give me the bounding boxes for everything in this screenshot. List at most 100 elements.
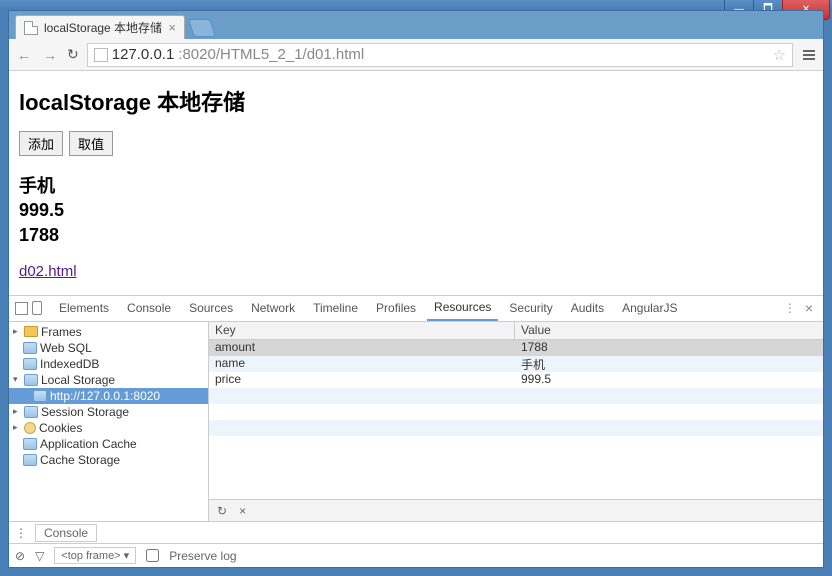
tab-resources[interactable]: Resources [427,295,498,321]
db-icon [24,406,38,418]
sidebar-item-localstorage[interactable]: ▾Local Storage [9,372,208,388]
tab-close-icon[interactable]: × [168,20,176,35]
sidebar-label: http://127.0.0.1:8020 [50,389,160,403]
tab-console[interactable]: Console [120,295,178,321]
globe-icon [94,48,108,62]
kv-toolbar: ↻ × [209,499,823,521]
folder-icon [24,326,38,337]
devtools-tabs: Elements Console Sources Network Timelin… [9,296,823,322]
tab-timeline[interactable]: Timeline [306,295,365,321]
page-icon [24,21,38,35]
console-drawer-tab[interactable]: Console [35,524,97,542]
sidebar-item-sessionstorage[interactable]: ▸Session Storage [9,404,208,420]
devtools-panel: Elements Console Sources Network Timelin… [9,295,823,567]
resources-sidebar: ▸Frames Web SQL IndexedDB ▾Local Storage… [9,322,209,521]
hamburger-menu-icon[interactable] [801,50,817,60]
sidebar-item-frames[interactable]: ▸Frames [9,324,208,340]
output-line: 999.5 [19,198,813,222]
delete-icon[interactable]: × [239,504,246,518]
tab-elements[interactable]: Elements [52,295,116,321]
sidebar-label: Frames [41,325,82,339]
kv-table-body: amount1788 name手机 price999.5 [209,340,823,499]
resources-main: Key Value amount1788 name手机 price999.5 ↻… [209,322,823,521]
page-content: localStorage 本地存储 添加 取值 手机 999.5 1788 d0… [9,71,823,295]
new-tab-button[interactable] [188,19,216,37]
kv-key: name [209,356,515,372]
db-icon [23,438,37,450]
kv-row[interactable]: amount1788 [209,340,823,356]
page-heading: localStorage 本地存储 [19,85,813,117]
kv-value: 1788 [515,340,554,356]
kv-key: price [209,372,515,388]
kv-row[interactable] [209,404,823,420]
output-line: 手机 [19,174,813,198]
frame-selector[interactable]: <top frame> ▾ [54,547,136,564]
output-line: 1788 [19,223,813,247]
console-drawer-tabs: ⋮ Console [9,521,823,543]
browser-window: localStorage 本地存储 × ← → ↻ 127.0.0.1:8020… [8,10,824,568]
devtools-close-icon[interactable]: × [801,300,817,316]
kv-row[interactable] [209,388,823,404]
preserve-log-label: Preserve log [169,549,236,563]
kv-row[interactable]: price999.5 [209,372,823,388]
kv-header-value[interactable]: Value [515,322,557,339]
tab-profiles[interactable]: Profiles [369,295,423,321]
get-button[interactable]: 取值 [69,131,113,156]
back-button[interactable]: ← [15,47,33,63]
sidebar-item-indexeddb[interactable]: IndexedDB [9,356,208,372]
kv-key: amount [209,340,515,356]
kv-header-key[interactable]: Key [209,322,515,339]
device-icon[interactable] [32,301,42,315]
console-toolbar: ⊘ ▽ <top frame> ▾ Preserve log [9,543,823,567]
db-icon [33,390,47,402]
db-icon [23,454,37,466]
sidebar-item-websql[interactable]: Web SQL [9,340,208,356]
kv-row[interactable] [209,420,823,436]
tab-security[interactable]: Security [502,295,559,321]
sidebar-label: Application Cache [40,437,137,451]
console-drawer-dots[interactable]: ⋮ [15,526,27,540]
preserve-log-checkbox[interactable] [146,549,159,562]
db-icon [23,342,37,354]
browser-tab[interactable]: localStorage 本地存储 × [15,15,185,39]
url-input[interactable]: 127.0.0.1:8020/HTML5_2_1/d01.html ☆ [87,43,793,67]
tab-audits[interactable]: Audits [564,295,611,321]
add-button[interactable]: 添加 [19,131,63,156]
sidebar-item-cookies[interactable]: ▸Cookies [9,420,208,436]
address-bar: ← → ↻ 127.0.0.1:8020/HTML5_2_1/d01.html … [9,39,823,71]
devtools-menu-icon[interactable]: ⋮ [784,301,797,315]
url-path: :8020/HTML5_2_1/d01.html [178,46,364,63]
reload-button[interactable]: ↻ [67,46,79,63]
filter-icon[interactable]: ▽ [35,549,44,563]
tab-network[interactable]: Network [244,295,302,321]
sidebar-item-cachestorage[interactable]: Cache Storage [9,452,208,468]
refresh-icon[interactable]: ↻ [217,504,227,518]
forward-button[interactable]: → [41,47,59,63]
clear-console-icon[interactable]: ⊘ [15,549,25,563]
window-titlebar [0,0,832,10]
page-output: 手机 999.5 1788 [19,174,813,247]
db-icon [24,374,38,386]
inspect-icon[interactable] [15,302,28,315]
sidebar-label: Cookies [39,421,82,435]
kv-row[interactable]: name手机 [209,356,823,372]
db-icon [23,358,37,370]
tab-sources[interactable]: Sources [182,295,240,321]
cookie-icon [24,422,36,434]
kv-table-header: Key Value [209,322,823,340]
page-link[interactable]: d02.html [19,263,77,280]
sidebar-label: Cache Storage [40,453,120,467]
tab-angularjs[interactable]: AngularJS [615,295,684,321]
sidebar-item-appcache[interactable]: Application Cache [9,436,208,452]
bookmark-star-icon[interactable]: ☆ [773,46,786,64]
devtools-body: ▸Frames Web SQL IndexedDB ▾Local Storage… [9,322,823,521]
url-host: 127.0.0.1 [112,46,175,63]
kv-row[interactable] [209,436,823,452]
sidebar-label: Local Storage [41,373,115,387]
tab-strip: localStorage 本地存储 × [9,11,823,39]
sidebar-label: Session Storage [41,405,129,419]
sidebar-label: Web SQL [40,341,92,355]
tab-title: localStorage 本地存储 [44,19,162,36]
kv-value: 999.5 [515,372,557,388]
sidebar-item-ls-origin[interactable]: http://127.0.0.1:8020 [9,388,208,404]
